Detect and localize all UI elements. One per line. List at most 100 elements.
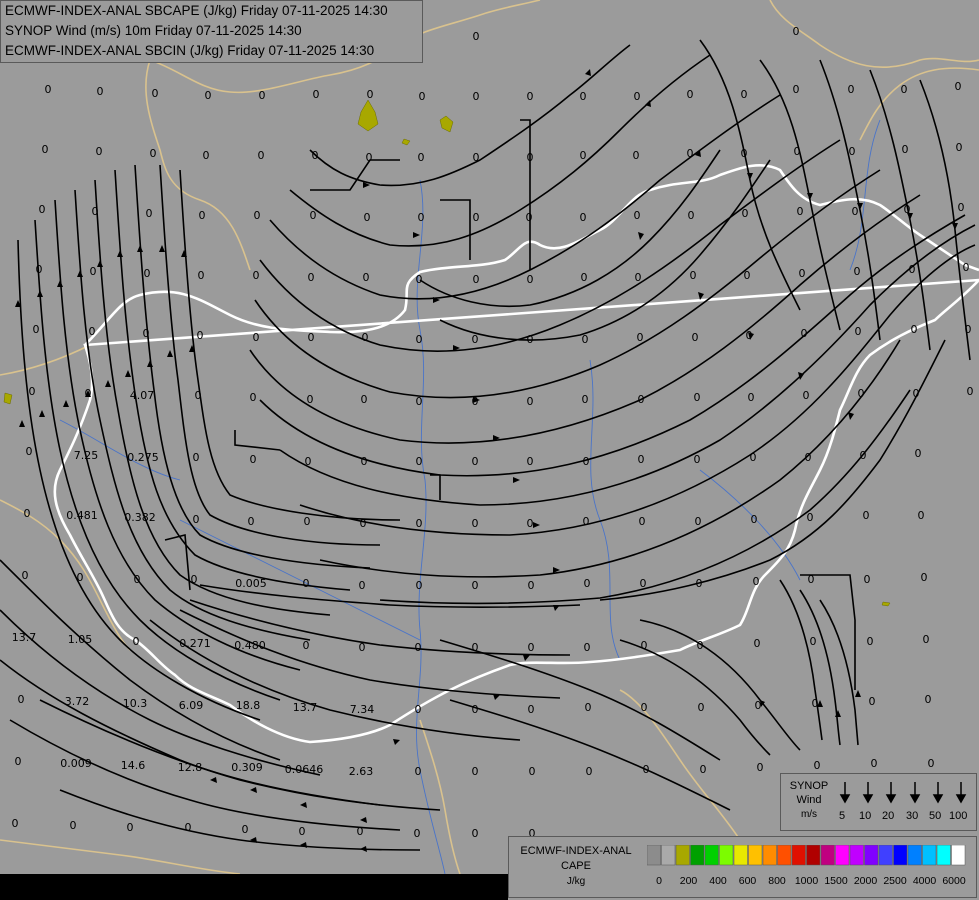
sbcin-value: 0 bbox=[248, 515, 255, 528]
sbcin-value: 0 bbox=[472, 517, 479, 530]
sbcin-value: 0 bbox=[810, 635, 817, 648]
cape-swatch bbox=[864, 845, 879, 866]
sbcin-value: 0 bbox=[253, 269, 260, 282]
sbcin-value: 0 bbox=[42, 143, 49, 156]
sbcin-value: 0 bbox=[803, 389, 810, 402]
sbcin-value: 0 bbox=[864, 573, 871, 586]
sbcin-value: 0 bbox=[925, 693, 932, 706]
sbcin-value: 0 bbox=[748, 391, 755, 404]
sbcin-value: 0 bbox=[527, 90, 534, 103]
sbcin-value: 0 bbox=[744, 269, 751, 282]
sbcin-value: 0 bbox=[203, 149, 210, 162]
sbcin-value: 0 bbox=[472, 395, 479, 408]
sbcin-value: 0 bbox=[92, 205, 99, 218]
sbcin-value: 0 bbox=[634, 90, 641, 103]
sbcin-value: 0 bbox=[127, 821, 134, 834]
sbcin-value: 0 bbox=[687, 88, 694, 101]
sbcin-value: 0 bbox=[415, 703, 422, 716]
cape-swatch bbox=[820, 845, 835, 866]
cape-swatch bbox=[661, 845, 676, 866]
sbcin-value: 0 bbox=[359, 579, 366, 592]
sbcin-value: 0 bbox=[527, 395, 534, 408]
sbcin-value: 0 bbox=[357, 825, 364, 838]
sbcin-value: 0 bbox=[867, 635, 874, 648]
sbcin-value: 0.0646 bbox=[285, 763, 324, 776]
sbcin-value: 0 bbox=[849, 145, 856, 158]
sbcin-value: 0 bbox=[923, 633, 930, 646]
sbcin-value: 0 bbox=[641, 639, 648, 652]
cape-swatch bbox=[704, 845, 719, 866]
sbcin-value: 0 bbox=[639, 515, 646, 528]
cape-swatch bbox=[733, 845, 748, 866]
cape-tick-label: 200 bbox=[679, 875, 698, 887]
wind-legend-unit: m/s bbox=[800, 809, 818, 820]
sbcin-value: 0.480 bbox=[234, 639, 266, 652]
sbcin-value: 0 bbox=[473, 30, 480, 43]
sbcin-value: 0 bbox=[526, 211, 533, 224]
sbcin-value: 0 bbox=[205, 89, 212, 102]
sbcin-value: 0 bbox=[863, 509, 870, 522]
sbcin-value: 0 bbox=[860, 449, 867, 462]
sbcin-value: 0 bbox=[310, 209, 317, 222]
sbcin-value: 0 bbox=[199, 209, 206, 222]
cape-tick-label: 2000 bbox=[853, 875, 878, 887]
sbcin-value: 0 bbox=[527, 455, 534, 468]
sbcin-value: 0 bbox=[193, 513, 200, 526]
sbcin-value: 0 bbox=[24, 507, 31, 520]
sbcin-value: 7.25 bbox=[74, 449, 99, 462]
cape-swatch bbox=[777, 845, 792, 866]
sbcin-value: 0 bbox=[741, 88, 748, 101]
sbcin-value: 0 bbox=[250, 391, 257, 404]
sbcin-value: 0 bbox=[362, 331, 369, 344]
sbcin-value: 0 bbox=[750, 451, 757, 464]
sbcin-value: 14.6 bbox=[121, 759, 146, 772]
sbcin-value: 13.7 bbox=[293, 701, 318, 714]
sbcin-value: 0 bbox=[913, 387, 920, 400]
sbcin-value: 0 bbox=[580, 211, 587, 224]
sbcin-value: 0 bbox=[472, 641, 479, 654]
sbcin-value: 0.005 bbox=[235, 577, 267, 590]
sbcin-value: 0 bbox=[582, 393, 589, 406]
sbcin-value: 0 bbox=[965, 323, 972, 336]
sbcin-value: 0 bbox=[918, 509, 925, 522]
sbcin-value: 0 bbox=[97, 85, 104, 98]
cape-tick-label: 1500 bbox=[824, 875, 848, 887]
sbcin-value: 0 bbox=[635, 271, 642, 284]
sbcin-value: 0 bbox=[418, 211, 425, 224]
wind-legend-value-5: 5 bbox=[839, 810, 846, 822]
sbcin-value: 0 bbox=[807, 511, 814, 524]
sbcin-value: 0 bbox=[305, 455, 312, 468]
cape-swatch bbox=[690, 845, 705, 866]
sbcin-value: 0 bbox=[869, 695, 876, 708]
sbcin-value: 0 bbox=[134, 573, 141, 586]
sbcin-value: 0 bbox=[640, 577, 647, 590]
sbcin-value: 0 bbox=[152, 87, 159, 100]
weather-map: 0 0 0 0 0 0 0 0 0 0 0 0 0 0 0 0 0 0 0 0 0 0 0 0 0 0 0 0 0 0 0 0 0 0 0 0 0 0 0 0… bbox=[0, 0, 979, 900]
sbcin-value: 0 bbox=[742, 207, 749, 220]
sbcin-value: 0 bbox=[89, 325, 96, 338]
sbcin-value: 0 bbox=[85, 387, 92, 400]
sbcin-value: 0 bbox=[364, 211, 371, 224]
sbcin-value: 0 bbox=[848, 83, 855, 96]
sbcin-value: 0 bbox=[858, 387, 865, 400]
sbcin-value: 0 bbox=[361, 393, 368, 406]
sbcin-value: 0 bbox=[39, 203, 46, 216]
sbcin-value: 0 bbox=[12, 817, 19, 830]
sbcin-value: 0 bbox=[146, 207, 153, 220]
cape-swatch bbox=[647, 845, 661, 866]
sbcin-value: 0 bbox=[915, 447, 922, 460]
sbcin-value: 0 bbox=[416, 579, 423, 592]
sbcin-value: 0 bbox=[643, 763, 650, 776]
sbcin-value: 0 bbox=[805, 451, 812, 464]
sbcin-value: 0 bbox=[303, 577, 310, 590]
sbcin-value: 0 bbox=[307, 393, 314, 406]
wind-legend-title-2: Wind bbox=[796, 794, 822, 806]
cape-legend: ECMWF-INDEX-ANAL CAPE J/kg 0 200 400 600 800… bbox=[508, 836, 977, 898]
sbcin-value: 0 bbox=[812, 697, 819, 710]
sbcin-value: 0 bbox=[696, 577, 703, 590]
sbcin-value: 0.275 bbox=[127, 451, 159, 464]
sbcin-value: 0 bbox=[527, 333, 534, 346]
sbcin-value: 0 bbox=[797, 205, 804, 218]
sbcin-value: 0 bbox=[472, 333, 479, 346]
sbcin-value: 0 bbox=[198, 269, 205, 282]
